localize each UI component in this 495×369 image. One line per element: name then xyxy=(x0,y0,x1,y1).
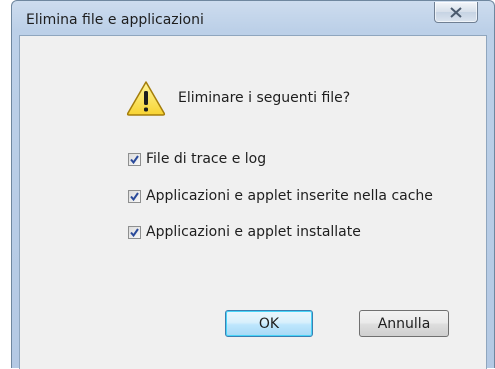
checkmark-icon xyxy=(130,191,139,201)
dialog-window: Elimina file e applicazioni Eliminare i … xyxy=(11,0,495,369)
warning-icon xyxy=(126,81,166,116)
window-title: Elimina file e applicazioni xyxy=(26,12,204,28)
checkbox[interactable] xyxy=(128,189,141,203)
checkbox[interactable] xyxy=(128,225,141,239)
checkbox[interactable] xyxy=(128,152,141,166)
option-label: Applicazioni e applet inserite nella cac… xyxy=(146,188,433,204)
close-button[interactable] xyxy=(434,2,478,23)
checkmark-icon xyxy=(130,227,139,237)
cancel-button[interactable]: Annulla xyxy=(359,310,449,337)
ok-button[interactable]: OK xyxy=(225,310,313,337)
option-label: Applicazioni e applet installate xyxy=(146,224,361,240)
option-cached-apps[interactable]: Applicazioni e applet inserite nella cac… xyxy=(128,187,433,205)
confirm-question: Eliminare i seguenti file? xyxy=(178,90,351,106)
title-bar[interactable]: Elimina file e applicazioni xyxy=(12,1,494,35)
option-installed-apps[interactable]: Applicazioni e applet installate xyxy=(128,223,361,241)
close-icon xyxy=(450,7,462,18)
checkmark-icon xyxy=(130,154,139,164)
dialog-body: Eliminare i seguenti file? File di trace… xyxy=(19,35,487,369)
option-trace-log[interactable]: File di trace e log xyxy=(128,150,266,168)
option-label: File di trace e log xyxy=(146,151,267,167)
